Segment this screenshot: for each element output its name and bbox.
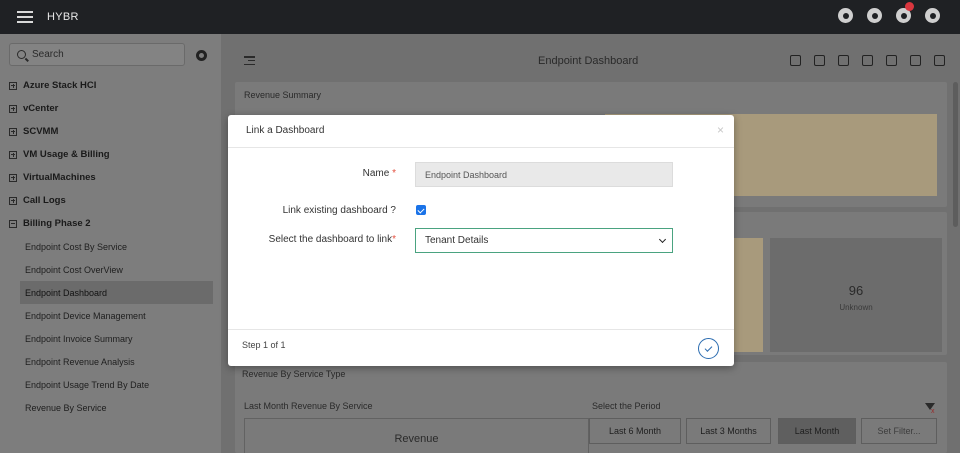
sidebar-group-vm-usage-billing[interactable]: VM Usage & Billing <box>0 143 221 166</box>
sidebar-item-revenue-by-service[interactable]: Revenue By Service <box>0 396 221 419</box>
top-bar: HYBR <box>0 0 960 34</box>
confirm-button[interactable] <box>698 338 719 359</box>
sidebar-group-billing-phase-2[interactable]: Billing Phase 2 <box>0 212 221 235</box>
sidebar-group-label: VirtualMachines <box>23 172 96 183</box>
search-input[interactable] <box>32 49 172 60</box>
sidebar-nav: Azure Stack HCI vCenter SCVMM VM Usage &… <box>0 74 221 419</box>
close-icon[interactable]: × <box>717 123 724 137</box>
revenue-chart-title: Revenue <box>394 433 439 445</box>
sidebar-item-endpoint-cost-by-service[interactable]: Endpoint Cost By Service <box>0 235 221 258</box>
required-mark: * <box>392 168 396 179</box>
notification-icon[interactable] <box>896 2 914 23</box>
chevron-down-icon <box>658 235 667 244</box>
tile-label: Unknown <box>839 303 873 312</box>
sidebar-item-label: Revenue By Service <box>25 402 107 413</box>
expand-icon <box>9 173 17 182</box>
filter-settings-icon[interactable] <box>790 55 801 66</box>
sidebar-item-label: Endpoint Cost OverView <box>25 264 123 275</box>
dashboard-select[interactable]: Tenant Details <box>415 228 673 253</box>
card-title: Revenue By Service Type <box>242 369 346 379</box>
clear-filter-x: x <box>931 408 935 415</box>
set-filter-button[interactable]: Set Filter... <box>861 418 937 444</box>
link-existing-label-text: Link existing dashboard ? <box>282 205 396 216</box>
select-dashboard-label-text: Select the dashboard to link <box>268 234 393 245</box>
sidebar-item-label: Endpoint Cost By Service <box>25 241 128 252</box>
sidebar-group-label: Billing Phase 2 <box>23 218 91 229</box>
sidebar-group-virtualmachines[interactable]: VirtualMachines <box>0 166 221 189</box>
share-icon[interactable] <box>910 55 921 66</box>
period-label: Select the Period <box>592 401 661 411</box>
sidebar-group-call-logs[interactable]: Call Logs <box>0 189 221 212</box>
hamburger-menu-icon[interactable] <box>17 11 33 23</box>
open-external-icon[interactable] <box>814 55 825 66</box>
user-icon[interactable] <box>867 8 882 23</box>
sidebar-item-label: Endpoint Invoice Summary <box>25 333 133 344</box>
sidebar-group-label: Call Logs <box>23 195 66 206</box>
name-field[interactable] <box>415 162 673 187</box>
sidebar-item-endpoint-device-management[interactable]: Endpoint Device Management <box>0 304 221 327</box>
sidebar-group-label: SCVMM <box>23 126 59 137</box>
calendar-icon[interactable] <box>862 55 873 66</box>
top-icons <box>838 2 940 23</box>
modal-footer: Step 1 of 1 <box>228 329 734 366</box>
step-indicator: Step 1 of 1 <box>242 340 286 350</box>
sidebar-item-endpoint-cost-overview[interactable]: Endpoint Cost OverView <box>0 258 221 281</box>
expand-icon <box>9 104 17 113</box>
expand-icon <box>9 196 17 205</box>
notification-badge <box>905 2 914 11</box>
page-title: Endpoint Dashboard <box>538 55 639 67</box>
sidebar-group-vcenter[interactable]: vCenter <box>0 97 221 120</box>
sidebar-group-label: vCenter <box>23 103 59 114</box>
expand-icon <box>9 127 17 136</box>
sidebar-group-label: Azure Stack HCI <box>23 80 97 91</box>
revenue-chart: Revenue <box>244 418 589 453</box>
link-existing-label: Link existing dashboard ? <box>248 205 396 216</box>
unknown-tile: 96 Unknown <box>770 238 942 352</box>
brand-name: HYBR <box>47 11 79 23</box>
required-mark: * <box>392 234 396 245</box>
sidebar-item-label: Endpoint Dashboard <box>25 287 108 298</box>
sidebar-item-label: Endpoint Usage Trend By Date <box>25 379 150 390</box>
sidebar-item-endpoint-invoice-summary[interactable]: Endpoint Invoice Summary <box>0 327 221 350</box>
sidebar-item-label: Endpoint Device Management <box>25 310 146 321</box>
select-dashboard-label: Select the dashboard to link* <box>248 234 396 245</box>
dashboard-toolbar <box>790 55 945 66</box>
sidebar-group-label: VM Usage & Billing <box>23 149 110 160</box>
name-label-text: Name <box>362 168 390 179</box>
tile-value: 96 <box>848 283 864 298</box>
profile-icon[interactable] <box>925 8 940 23</box>
sidebar: Azure Stack HCI vCenter SCVMM VM Usage &… <box>0 34 221 453</box>
last-month-button[interactable]: Last Month <box>778 418 856 444</box>
card-title: Revenue Summary <box>244 90 322 100</box>
sidebar-item-endpoint-revenue-analysis[interactable]: Endpoint Revenue Analysis <box>0 350 221 373</box>
name-label: Name * <box>248 168 396 179</box>
gear-icon[interactable] <box>196 50 207 61</box>
collapse-sidebar-icon[interactable] <box>244 56 255 65</box>
expand-icon <box>9 81 17 90</box>
sidebar-group-azure-stack-hci[interactable]: Azure Stack HCI <box>0 74 221 97</box>
modal-title: Link a Dashboard <box>246 125 325 136</box>
sidebar-item-label: Endpoint Revenue Analysis <box>25 356 135 367</box>
expand-icon <box>9 150 17 159</box>
fullscreen-icon[interactable] <box>934 55 945 66</box>
search-box[interactable] <box>9 43 185 66</box>
sidebar-group-scvmm[interactable]: SCVMM <box>0 120 221 143</box>
modal-header: Link a Dashboard × <box>228 115 734 148</box>
dashboard-select-value: Tenant Details <box>425 235 489 246</box>
scrollbar[interactable] <box>953 82 958 227</box>
dashboard-header: Endpoint Dashboard <box>221 34 960 76</box>
collapse-icon <box>9 219 17 228</box>
sidebar-item-endpoint-usage-trend-by-date[interactable]: Endpoint Usage Trend By Date <box>0 373 221 396</box>
video-icon[interactable] <box>886 55 897 66</box>
edit-icon[interactable] <box>838 55 849 66</box>
sidebar-item-endpoint-dashboard[interactable]: Endpoint Dashboard <box>20 281 213 304</box>
search-icon <box>17 50 26 59</box>
last-6-month-button[interactable]: Last 6 Month <box>589 418 681 444</box>
settings-icon[interactable] <box>838 8 853 23</box>
link-dashboard-modal: Link a Dashboard × Name * Link existing … <box>228 115 734 366</box>
section-label: Last Month Revenue By Service <box>244 401 373 411</box>
last-3-months-button[interactable]: Last 3 Months <box>686 418 771 444</box>
link-existing-checkbox[interactable] <box>416 205 426 215</box>
